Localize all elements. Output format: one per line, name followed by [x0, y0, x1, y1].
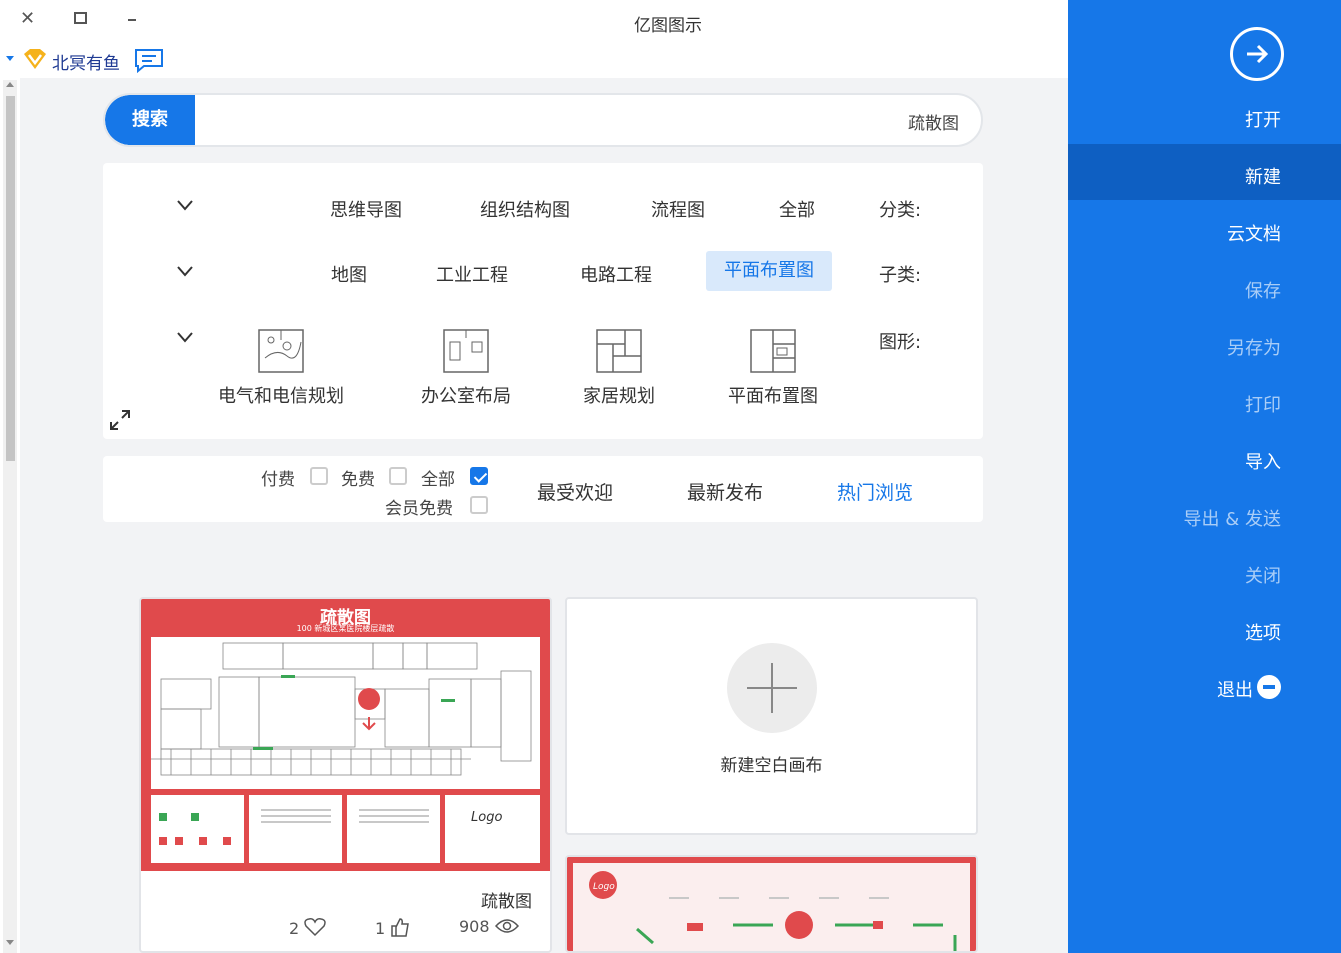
close-window-icon[interactable]: ✕ — [20, 8, 35, 29]
subcategory-circuit[interactable]: 电路工程 — [580, 261, 652, 287]
vertical-scrollbar[interactable] — [3, 80, 17, 953]
scroll-down-icon[interactable] — [6, 940, 14, 945]
subcategory-industrial[interactable]: 工业工程 — [436, 261, 508, 287]
filter-panel: 分类: 全部 流程图 组织结构图 思维导图 子类: 平面布置图 电路工程 工业工… — [103, 163, 983, 439]
checkbox-paid[interactable] — [310, 467, 328, 485]
sidebar-item-export-send[interactable]: 导出 & 发送 — [1184, 505, 1281, 531]
expand-icon[interactable] — [109, 409, 131, 431]
sidebar-item-options[interactable]: 选项 — [1245, 619, 1281, 645]
sidebar-item-print[interactable]: 打印 — [1245, 391, 1281, 417]
checkbox-free[interactable] — [389, 467, 407, 485]
search-button[interactable]: 搜索 — [105, 95, 195, 145]
electrical-plan-icon — [258, 329, 304, 373]
sidebar-item-save[interactable]: 保存 — [1245, 277, 1281, 303]
thumbs-up-icon[interactable] — [390, 917, 410, 937]
evacuation-floor-plan-image: Logo — [151, 637, 540, 863]
search-bar: 搜索 疏散图 — [103, 93, 983, 147]
shape-home-planning[interactable]: 家居规划 — [569, 328, 669, 408]
window-title: 亿图图示 — [634, 16, 702, 36]
favorite-count-value: 2 — [289, 919, 300, 938]
exit-icon[interactable] — [1257, 675, 1281, 699]
vip-crown-icon — [24, 49, 46, 69]
sidebar-item-open[interactable]: 打开 — [1245, 106, 1281, 132]
chevron-down-icon[interactable] — [177, 263, 193, 279]
shape-electrical-planning[interactable]: 电气和电信规划 — [211, 328, 351, 408]
checkbox-member-free[interactable] — [470, 496, 488, 514]
minimize-window-icon[interactable] — [128, 19, 136, 21]
template-thumbnail[interactable]: 疏散图 100 新城区某医院楼层疏散 Logo — [141, 599, 550, 871]
shape-label: 家居规划 — [583, 386, 655, 407]
shapes-label: 图形: — [879, 332, 922, 353]
shape-label: 办公室布局 — [421, 386, 511, 407]
sort-bar: 热门浏览 最新发布 最受欢迎 全部 免费 付费 会员免费 — [103, 456, 983, 522]
home-plan-icon — [596, 329, 642, 373]
sidebar-item-close[interactable]: 关闭 — [1245, 562, 1281, 588]
sidebar-item-cloud-docs[interactable]: 云文档 — [1227, 220, 1281, 246]
search-input[interactable]: 疏散图 — [908, 109, 959, 134]
sidebar-item-new[interactable]: 新建 — [1245, 163, 1281, 189]
chevron-down-icon[interactable] — [177, 197, 193, 213]
dropdown-caret-icon[interactable] — [6, 56, 14, 61]
category-label: 分类: — [879, 200, 922, 221]
template-card[interactable]: Logo — [565, 855, 978, 953]
open-arrow-icon[interactable] — [1230, 27, 1284, 81]
file-menu-sidebar: 打开 新建 云文档 保存 另存为 打印 导入 导出 & 发送 关闭 选项 退出 — [1068, 0, 1341, 953]
shape-office-layout[interactable]: 办公室布局 — [411, 328, 521, 408]
template-title: 疏散图 — [481, 892, 532, 912]
sidebar-active-highlight — [1068, 144, 1341, 200]
view-count: 908 — [459, 917, 519, 936]
plus-icon[interactable] — [727, 643, 817, 733]
template-card[interactable]: 疏散图 100 新城区某医院楼层疏散 Logo 疏散图 908 1 2 — [139, 597, 552, 953]
category-mind-map[interactable]: 思维导图 — [330, 196, 402, 222]
office-layout-icon — [443, 329, 489, 373]
checkbox-all-label: 全部 — [421, 470, 455, 490]
subcategory-floor-plan[interactable]: 平面布置图 — [706, 251, 832, 291]
tab-hot[interactable]: 热门浏览 — [837, 478, 913, 505]
sidebar-item-exit[interactable]: 退出 — [1217, 676, 1253, 702]
category-all[interactable]: 全部 — [779, 196, 815, 222]
scroll-thumb[interactable] — [6, 96, 15, 461]
user-name[interactable]: 北冥有鱼 — [52, 49, 120, 74]
like-count[interactable]: 1 — [375, 917, 410, 938]
favorite-count[interactable]: 2 — [289, 917, 327, 938]
svg-text:Logo: Logo — [593, 882, 615, 892]
tab-popular[interactable]: 最受欢迎 — [537, 478, 613, 505]
category-flowchart[interactable]: 流程图 — [651, 196, 705, 222]
new-blank-canvas-label: 新建空白画布 — [720, 756, 823, 776]
evacuation-map-image: Logo — [589, 871, 957, 951]
scroll-up-icon[interactable] — [6, 82, 14, 87]
svg-text:Logo: Logo — [471, 810, 502, 825]
maximize-window-icon[interactable] — [74, 12, 87, 24]
shape-label: 平面布置图 — [728, 386, 818, 407]
template-thumbnail[interactable]: Logo — [567, 857, 976, 951]
heart-icon[interactable] — [304, 917, 327, 937]
subcategory-label: 子类: — [879, 265, 922, 286]
new-blank-canvas-card[interactable]: 新建空白画布 — [565, 597, 978, 835]
like-count-value: 1 — [375, 919, 386, 938]
eye-icon — [494, 919, 519, 933]
subcategory-map[interactable]: 地图 — [331, 261, 367, 287]
checkbox-member-free-label: 会员免费 — [385, 499, 453, 519]
category-org-chart[interactable]: 组织结构图 — [480, 196, 570, 222]
shape-floor-plan[interactable]: 平面布置图 — [719, 328, 827, 408]
sidebar-item-save-as[interactable]: 另存为 — [1227, 334, 1281, 360]
message-icon[interactable] — [134, 47, 164, 73]
floor-plan-icon — [750, 329, 796, 373]
chevron-down-icon[interactable] — [177, 329, 193, 345]
tab-newest[interactable]: 最新发布 — [687, 478, 763, 505]
sidebar-item-import[interactable]: 导入 — [1245, 448, 1281, 474]
checkbox-free-label: 免费 — [341, 470, 375, 490]
checkbox-paid-label: 付费 — [261, 470, 295, 490]
shape-label: 电气和电信规划 — [218, 386, 344, 407]
view-count-value: 908 — [459, 917, 490, 936]
checkbox-all[interactable] — [470, 467, 488, 485]
